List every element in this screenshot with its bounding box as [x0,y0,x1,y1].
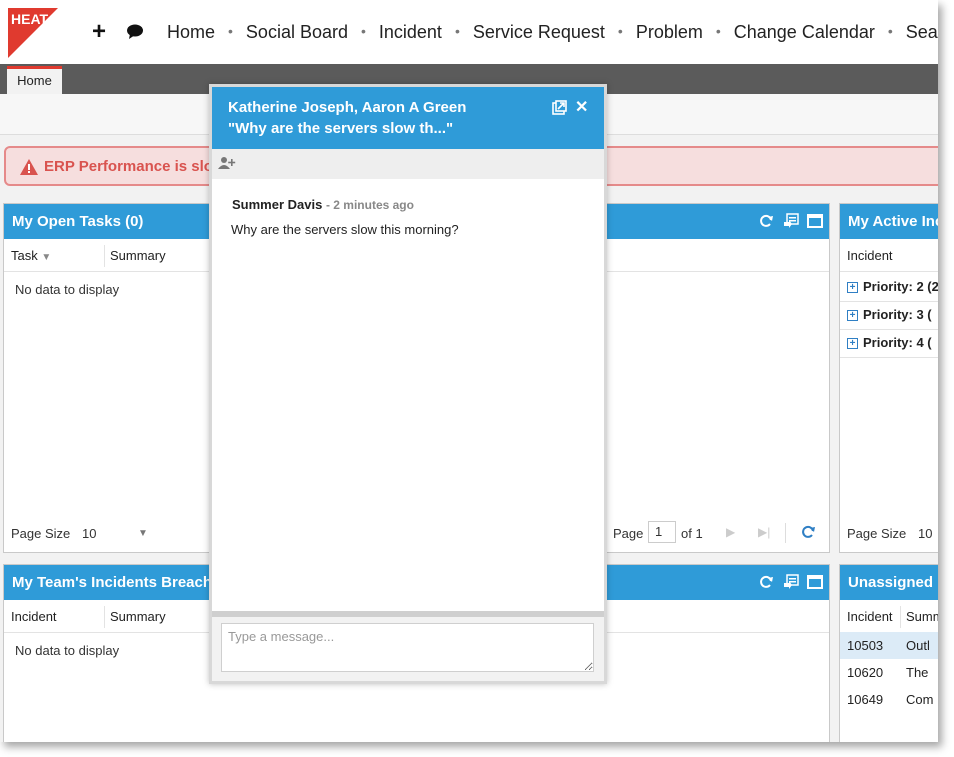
logo-text: HEAT [11,11,49,27]
page-size-label: Page Size [11,526,71,541]
message-author-line: Summer Davis - 2 minutes ago [232,197,414,212]
group-priority-4[interactable]: + Priority: 4 ( [847,335,932,350]
panel-header: Unassigned [840,565,938,600]
popout-icon[interactable] [552,100,567,115]
chat-messages: Summer Davis - 2 minutes ago Why are the… [212,179,604,611]
table-row[interactable]: 10620 The [840,659,938,686]
tab-home[interactable]: Home [7,66,62,94]
message-author: Summer Davis [232,197,323,212]
panel-title: My Open Tasks (0) [12,213,144,230]
panel-tools [754,574,823,595]
panel-tools [754,213,823,234]
column-headers: Incident [840,239,938,272]
nav-social-board[interactable]: Social Board [246,22,348,42]
refresh-icon[interactable] [800,524,816,543]
add-participant-icon[interactable] [218,156,236,170]
column-incident[interactable]: Incident [11,609,57,624]
warning-icon [20,159,38,175]
column-summary[interactable]: Summary [110,248,166,263]
chat-subject: "Why are the servers slow th..." [228,120,454,137]
nav-service-request[interactable]: Service Request [473,22,605,42]
page-number-input[interactable]: 1 [648,521,676,543]
message-text: Why are the servers slow this morning? [231,222,459,237]
chat-compose [212,617,604,681]
heat-logo[interactable]: HEAT [6,8,58,58]
maximize-icon[interactable] [807,213,823,234]
nav-search[interactable]: Sea [906,22,938,42]
page-of: of 1 [681,526,703,541]
top-navigation: HEAT + Home • Social Board • Incident • Servic… [0,0,938,64]
no-data-message: No data to display [15,282,120,297]
message-input[interactable] [221,623,594,672]
group-priority-2[interactable]: + Priority: 2 (2) [847,279,938,294]
column-summary[interactable]: Summary [110,609,166,624]
refresh-icon[interactable] [758,213,774,234]
expand-icon[interactable]: + [847,282,858,293]
sort-down-icon: ▼ [41,252,52,263]
group-priority-3[interactable]: + Priority: 3 ( [847,307,932,322]
no-data-message: No data to display [15,643,120,658]
export-icon[interactable] [783,213,799,234]
chat-toolbar [212,149,604,179]
page-size-select[interactable]: 10 [82,526,96,541]
panel-title: My Team's Incidents Breached [12,574,230,591]
panel-unassigned: Unassigned Incident Summ 10503Outl 10620… [839,564,938,742]
expand-icon[interactable]: + [847,310,858,321]
panel-header: My Active Incidents [840,204,938,239]
column-summary[interactable]: Summ [906,609,938,624]
page-label: Page [613,526,644,541]
panel-title: Unassigned [848,574,934,591]
alert-text: ERP Performance is slow [44,158,225,175]
chat-window: Katherine Joseph, Aaron A Green "Why are… [209,84,607,684]
table-row[interactable]: 10503 Outl [840,632,938,659]
expand-icon[interactable]: + [847,338,858,349]
column-incident[interactable]: Incident [847,248,893,263]
maximize-icon[interactable] [807,574,823,595]
chat-bubble-icon[interactable] [126,24,144,40]
pager: Page Size 10 [840,518,938,552]
column-headers: Incident Summ [840,600,938,633]
dropdown-arrow-icon[interactable]: ▼ [138,528,148,539]
refresh-icon[interactable] [758,574,774,595]
page-size-label: Page Size [847,526,907,541]
last-page-icon[interactable]: ▶| [758,525,770,539]
export-icon[interactable] [783,574,799,595]
column-task[interactable]: Task ▼ [11,248,51,263]
panel-my-active-incidents: My Active Incidents Incident +Priority: … [839,203,938,553]
close-icon[interactable]: ✕ [575,97,588,117]
panel-title: My Active Incidents [848,213,938,230]
chat-header: Katherine Joseph, Aaron A Green "Why are… [212,87,604,149]
nav-problem[interactable]: Problem [636,22,703,42]
main-nav: Home • Social Board • Incident • Service Reque… [167,22,938,42]
nav-change-calendar[interactable]: Change Calendar [734,22,875,42]
page-size-select[interactable]: 10 [918,526,932,541]
nav-incident[interactable]: Incident [379,22,442,42]
message-time: - 2 minutes ago [325,198,414,212]
app-window: HEAT + Home • Social Board • Incident • Servic… [0,0,938,742]
nav-home[interactable]: Home [167,22,215,42]
table-row[interactable]: 10649 Com [840,686,938,713]
column-incident[interactable]: Incident [847,609,893,624]
next-page-icon[interactable]: ▶ [726,525,735,539]
plus-icon[interactable]: + [92,18,106,46]
chat-participants: Katherine Joseph, Aaron A Green [228,99,467,116]
